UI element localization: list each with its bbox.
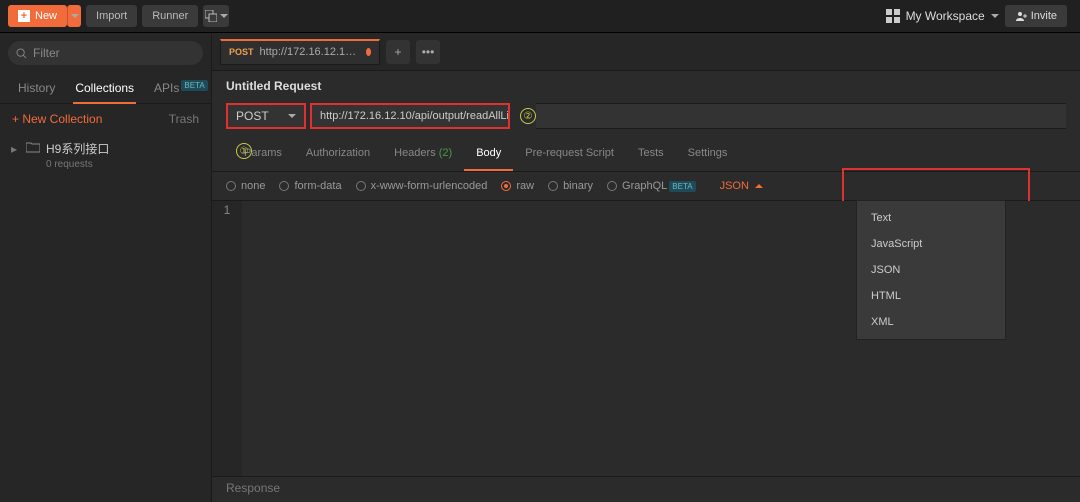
request-tabs-row: POST http://172.16.12.10/api/output... +… <box>212 33 1080 71</box>
dropdown-item-javascript[interactable]: JavaScript <box>857 231 1005 257</box>
tab-history[interactable]: History <box>8 73 65 103</box>
bodytype-xwww[interactable]: x-www-form-urlencoded <box>356 180 488 192</box>
sidebar: Filter History Collections APIsBETA + Ne… <box>0 33 212 502</box>
raw-format-value: JSON <box>720 180 749 192</box>
folder-icon <box>26 141 40 156</box>
collection-item[interactable]: ▸ H9系列接口 0 requests <box>0 134 211 176</box>
workspace-label: My Workspace <box>906 9 985 23</box>
chevron-down-icon <box>71 14 79 18</box>
body-type-row: none form-data x-www-form-urlencoded raw… <box>212 172 1080 201</box>
import-button[interactable]: Import <box>86 5 137 27</box>
editor-gutter: 1 <box>212 201 242 476</box>
bodytype-binary[interactable]: binary <box>548 180 593 192</box>
tab-apis[interactable]: APIsBETA <box>144 73 218 103</box>
trash-link[interactable]: Trash <box>169 112 199 126</box>
subtab-tests[interactable]: Tests <box>626 137 676 171</box>
annotation-1: ① <box>236 143 252 159</box>
invite-button[interactable]: Invite <box>1005 5 1067 27</box>
window-icon <box>205 10 217 22</box>
add-tab-button[interactable]: + <box>386 40 410 64</box>
unsaved-dot-icon <box>366 48 371 56</box>
grid-icon <box>886 9 900 23</box>
chevron-down-icon <box>991 14 999 18</box>
tab-menu-button[interactable]: ••• <box>416 40 440 64</box>
raw-format-dropdown: Text JavaScript JSON HTML XML <box>856 200 1006 340</box>
dropdown-item-json[interactable]: JSON <box>857 257 1005 283</box>
bodytype-formdata[interactable]: form-data <box>279 180 341 192</box>
bodytype-none[interactable]: none <box>226 180 265 192</box>
tab-method-badge: POST <box>229 47 254 57</box>
request-subtabs: ① Params Authorization Headers (2) Body … <box>212 137 1080 172</box>
url-input[interactable]: http://172.16.12.10/api/output/readAllLi… <box>310 103 510 129</box>
beta-badge: BETA <box>669 181 695 192</box>
annotation-2: ② <box>520 108 536 124</box>
url-row: POST http://172.16.12.10/api/output/read… <box>212 101 1080 137</box>
subtab-settings[interactable]: Settings <box>676 137 740 171</box>
workspace-selector[interactable]: My Workspace <box>886 9 999 23</box>
top-toolbar: + New Import Runner My Workspace Invite <box>0 0 1080 33</box>
chevron-up-icon <box>755 184 763 188</box>
dropdown-item-xml[interactable]: XML <box>857 309 1005 335</box>
workarea: POST http://172.16.12.10/api/output... +… <box>212 33 1080 502</box>
method-selector[interactable]: POST <box>226 103 306 129</box>
dropdown-item-text[interactable]: Text <box>857 205 1005 231</box>
new-label: New <box>35 10 57 22</box>
new-window-button[interactable] <box>203 5 229 27</box>
tab-collections[interactable]: Collections <box>65 73 144 103</box>
response-panel-header[interactable]: Response <box>212 476 1080 502</box>
plus-icon: + <box>18 10 30 22</box>
filter-placeholder: Filter <box>33 46 60 60</box>
request-title: Untitled Request <box>212 71 1080 101</box>
chevron-down-icon <box>220 14 228 18</box>
url-value: http://172.16.12.10/api/output/readAllLi… <box>320 110 510 122</box>
new-collection-button[interactable]: + New Collection <box>12 112 102 126</box>
chevron-down-icon <box>288 114 296 118</box>
invite-icon <box>1015 10 1027 22</box>
request-tab[interactable]: POST http://172.16.12.10/api/output... <box>220 39 380 65</box>
beta-badge: BETA <box>181 80 207 91</box>
raw-format-selector[interactable]: JSON <box>720 180 763 192</box>
subtab-prerequest[interactable]: Pre-request Script <box>513 137 626 171</box>
collection-name: H9系列接口 <box>46 140 109 157</box>
new-button[interactable]: + New <box>8 5 67 27</box>
chevron-right-icon: ▸ <box>8 142 20 156</box>
subtab-headers[interactable]: Headers (2) <box>382 137 464 171</box>
bodytype-raw[interactable]: raw <box>501 180 534 192</box>
new-dropdown-button[interactable] <box>67 5 81 27</box>
url-bar-extension <box>536 103 1066 129</box>
method-value: POST <box>236 109 269 123</box>
tab-url: http://172.16.12.10/api/output... <box>260 46 360 58</box>
bodytype-graphql[interactable]: GraphQLBETA <box>607 180 696 192</box>
subtab-authorization[interactable]: Authorization <box>294 137 382 171</box>
search-icon <box>16 48 27 59</box>
dropdown-item-html[interactable]: HTML <box>857 283 1005 309</box>
line-number: 1 <box>212 203 242 217</box>
sidebar-tabs: History Collections APIsBETA <box>0 73 211 104</box>
runner-button[interactable]: Runner <box>142 5 198 27</box>
subtab-body[interactable]: Body <box>464 137 513 171</box>
filter-input[interactable]: Filter <box>8 41 203 65</box>
invite-label: Invite <box>1031 10 1057 22</box>
collection-meta: 0 requests <box>46 159 109 170</box>
